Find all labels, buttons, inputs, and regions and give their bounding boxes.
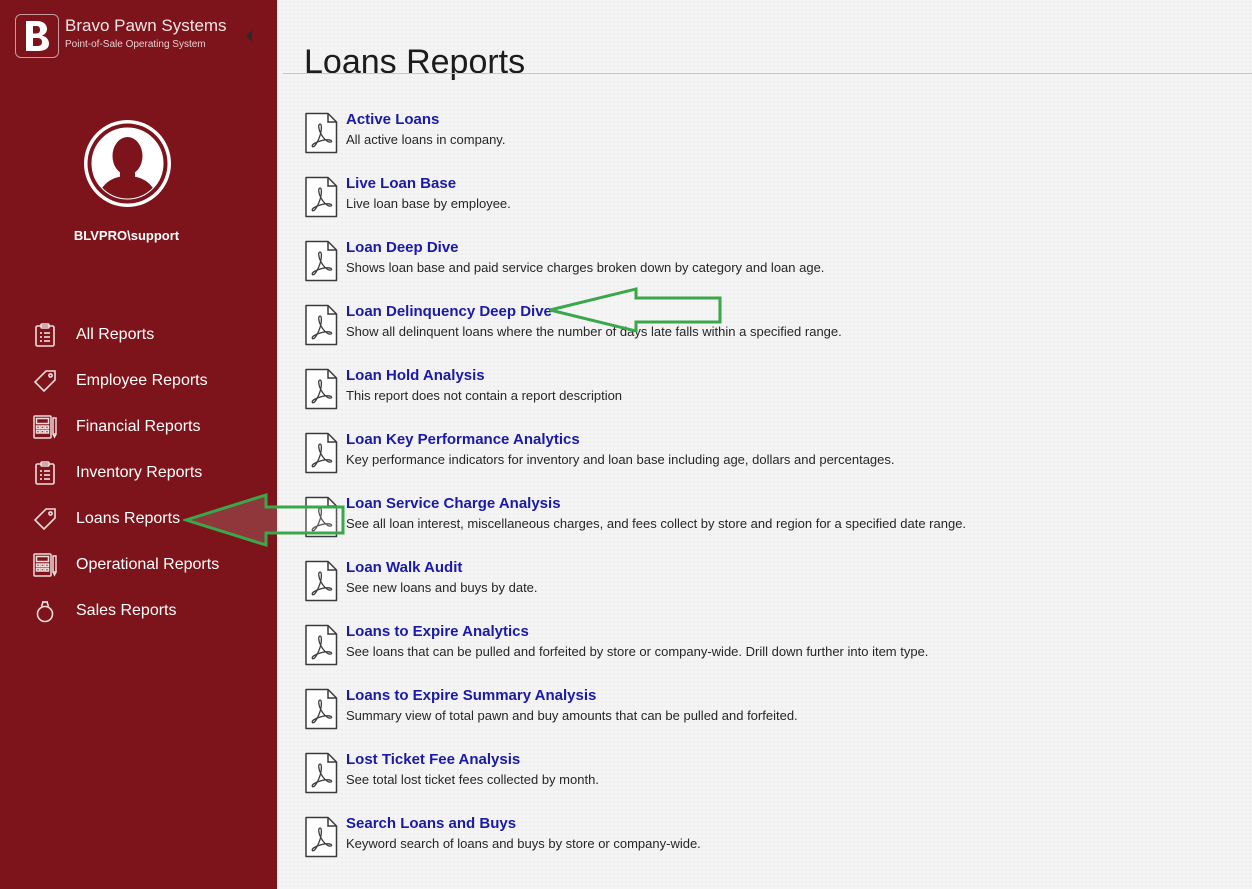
calculator-icon bbox=[33, 553, 57, 577]
tag-icon bbox=[33, 507, 57, 531]
report-description: Key performance indicators for inventory… bbox=[346, 452, 895, 467]
report-description: See total lost ticket fees collected by … bbox=[346, 772, 599, 787]
report-title-link[interactable]: Live Loan Base bbox=[346, 175, 456, 192]
pdf-file-icon[interactable] bbox=[304, 240, 338, 282]
sidebar: Bravo Pawn Systems Point-of-Sale Operati… bbox=[0, 0, 277, 889]
sidebar-item-loans-reports[interactable]: Loans Reports bbox=[0, 496, 277, 542]
report-title-link[interactable]: Loan Delinquency Deep Dive bbox=[346, 303, 552, 320]
report-item[interactable]: Loans to Expire Summary Analysis Summary … bbox=[304, 684, 1244, 748]
sidebar-item-label: All Reports bbox=[76, 326, 155, 343]
clipboard-list-icon bbox=[33, 323, 57, 347]
clipboard-list-icon bbox=[33, 461, 57, 485]
report-title-link[interactable]: Loan Deep Dive bbox=[346, 239, 459, 256]
report-item[interactable]: Loan Walk Audit See new loans and buys by… bbox=[304, 556, 1244, 620]
title-divider bbox=[283, 73, 1252, 74]
report-description: Show all delinquent loans where the numb… bbox=[346, 324, 842, 339]
brand[interactable]: Bravo Pawn Systems Point-of-Sale Operati… bbox=[15, 14, 265, 62]
report-description: Keyword search of loans and buys by stor… bbox=[346, 836, 701, 851]
pdf-file-icon[interactable] bbox=[304, 560, 338, 602]
pdf-file-icon[interactable] bbox=[304, 112, 338, 154]
sidebar-item-label: Inventory Reports bbox=[76, 464, 203, 481]
report-description: Shows loan base and paid service charges… bbox=[346, 260, 825, 275]
report-description: See all loan interest, miscellaneous cha… bbox=[346, 516, 967, 531]
report-title-link[interactable]: Search Loans and Buys bbox=[346, 815, 516, 832]
report-title-link[interactable]: Loan Hold Analysis bbox=[346, 367, 485, 384]
pdf-file-icon[interactable] bbox=[304, 304, 338, 346]
user-silhouette-icon bbox=[87, 123, 168, 204]
pdf-file-icon[interactable] bbox=[304, 816, 338, 858]
avatar[interactable] bbox=[84, 120, 171, 207]
report-description: Summary view of total pawn and buy amoun… bbox=[346, 708, 798, 723]
pdf-file-icon[interactable] bbox=[304, 624, 338, 666]
pdf-file-icon[interactable] bbox=[304, 688, 338, 730]
sidebar-item-label: Operational Reports bbox=[76, 556, 220, 573]
sidebar-item-operational-reports[interactable]: Operational Reports bbox=[0, 542, 277, 588]
report-description: This report does not contain a report de… bbox=[346, 388, 623, 403]
main-content: Loans Reports Active Loans All active loa… bbox=[277, 0, 1252, 889]
report-item[interactable]: Loan Hold Analysis This report does not c… bbox=[304, 364, 1244, 428]
sidebar-item-sales-reports[interactable]: Sales Reports bbox=[0, 588, 277, 634]
ring-icon bbox=[33, 599, 57, 623]
username: BLVPRO\support bbox=[73, 228, 180, 243]
pdf-file-icon[interactable] bbox=[304, 752, 338, 794]
report-item[interactable]: Loan Key Performance Analytics Key perfor… bbox=[304, 428, 1244, 492]
sidebar-item-label: Sales Reports bbox=[76, 602, 177, 619]
report-title-link[interactable]: Loan Walk Audit bbox=[346, 559, 462, 576]
sidebar-item-financial-reports[interactable]: Financial Reports bbox=[0, 404, 277, 450]
report-item[interactable]: Active Loans All active loans in company. bbox=[304, 108, 1244, 172]
report-item[interactable]: Live Loan Base Live loan base by employee… bbox=[304, 172, 1244, 236]
report-item[interactable]: Loans to Expire Analytics See loans that … bbox=[304, 620, 1244, 684]
report-item[interactable]: Loan Delinquency Deep Dive Show all delin… bbox=[304, 300, 1244, 364]
pdf-file-icon[interactable] bbox=[304, 368, 338, 410]
page-title: Loans Reports bbox=[304, 42, 526, 81]
calculator-icon bbox=[33, 415, 57, 439]
sidebar-item-inventory-reports[interactable]: Inventory Reports bbox=[0, 450, 277, 496]
pdf-file-icon[interactable] bbox=[304, 432, 338, 474]
pdf-file-icon[interactable] bbox=[304, 176, 338, 218]
tag-icon bbox=[33, 369, 57, 393]
report-title-link[interactable]: Active Loans bbox=[346, 111, 439, 128]
brand-logo bbox=[15, 14, 59, 58]
report-title-link[interactable]: Loans to Expire Analytics bbox=[346, 623, 529, 640]
report-description: See loans that can be pulled and forfeit… bbox=[346, 644, 929, 659]
pdf-file-icon[interactable] bbox=[304, 496, 338, 538]
brand-logo-mark bbox=[26, 21, 49, 51]
report-description: All active loans in company. bbox=[346, 132, 506, 147]
report-description: Live loan base by employee. bbox=[346, 196, 511, 211]
report-title-link[interactable]: Loan Key Performance Analytics bbox=[346, 431, 580, 448]
brand-subtitle: Point-of-Sale Operating System bbox=[65, 39, 206, 50]
sidebar-item-employee-reports[interactable]: Employee Reports bbox=[0, 358, 277, 404]
sidebar-item-label: Loans Reports bbox=[76, 510, 181, 527]
sidebar-item-label: Employee Reports bbox=[76, 372, 208, 389]
sidebar-item-all-reports[interactable]: All Reports bbox=[0, 312, 277, 358]
report-item[interactable]: Loan Deep Dive Shows loan base and paid s… bbox=[304, 236, 1244, 300]
report-title-link[interactable]: Loans to Expire Summary Analysis bbox=[346, 687, 596, 704]
report-title-link[interactable]: Loan Service Charge Analysis bbox=[346, 495, 561, 512]
report-list: Active Loans All active loans in company.… bbox=[304, 108, 1244, 876]
report-description: See new loans and buys by date. bbox=[346, 580, 538, 595]
report-item[interactable]: Lost Ticket Fee Analysis See total lost t… bbox=[304, 748, 1244, 812]
brand-name: Bravo Pawn Systems bbox=[65, 16, 227, 35]
sidebar-nav: All Reports Employee Reports Financial R… bbox=[0, 312, 277, 634]
collapse-sidebar-icon[interactable] bbox=[246, 30, 252, 42]
report-title-link[interactable]: Lost Ticket Fee Analysis bbox=[346, 751, 520, 768]
sidebar-item-label: Financial Reports bbox=[76, 418, 201, 435]
report-item[interactable]: Search Loans and Buys Keyword search of l… bbox=[304, 812, 1244, 876]
report-item[interactable]: Loan Service Charge Analysis See all loan… bbox=[304, 492, 1244, 556]
